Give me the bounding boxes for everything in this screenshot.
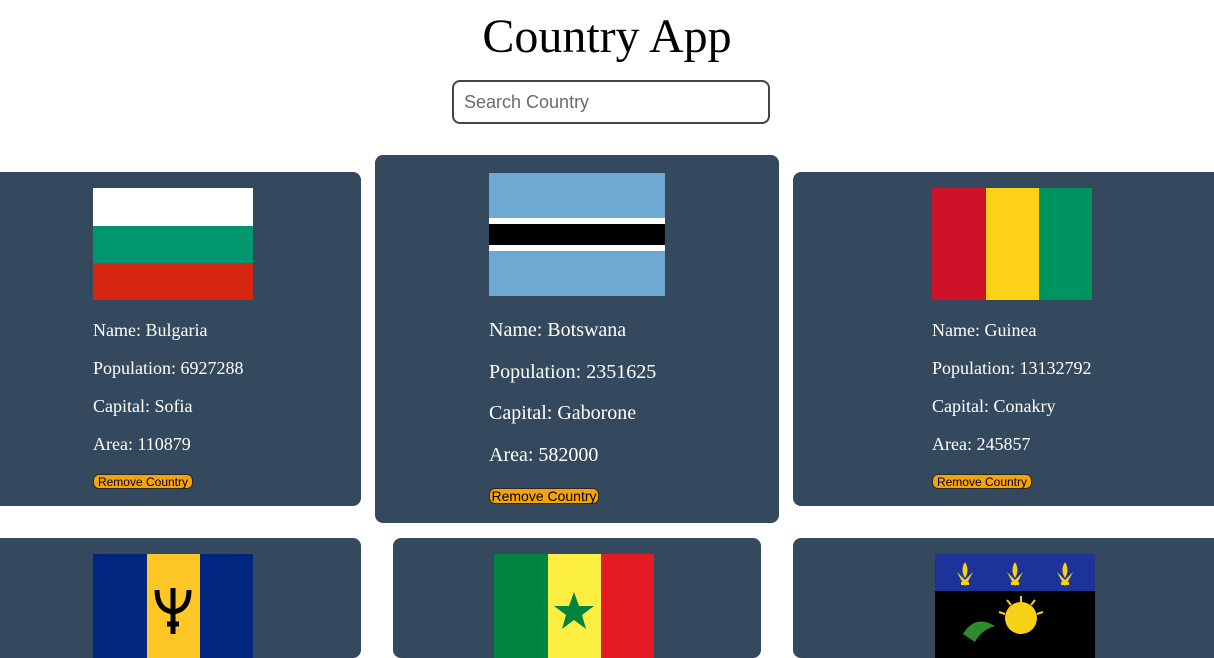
senegal-flag-icon xyxy=(494,554,654,658)
country-card-bulgaria: Name: Bulgaria Population: 6927288 Capit… xyxy=(0,172,361,506)
country-card-senegal xyxy=(393,538,761,658)
remove-country-button[interactable]: Remove Country xyxy=(489,488,599,504)
country-population: Population: 6927288 xyxy=(93,358,244,378)
country-name: Name: Guinea xyxy=(932,320,1037,340)
star-icon xyxy=(554,592,594,629)
country-area: Area: 110879 xyxy=(93,434,191,454)
page-title: Country App xyxy=(482,10,732,63)
bulgaria-flag-icon xyxy=(93,188,253,300)
country-card-guadeloupe xyxy=(793,538,1214,658)
country-capital: Capital: Gaborone xyxy=(489,402,637,424)
barbados-flag-icon xyxy=(93,554,253,658)
remove-country-button[interactable]: Remove Country xyxy=(93,474,193,489)
country-capital: Capital: Conakry xyxy=(932,396,1056,416)
remove-country-button[interactable]: Remove Country xyxy=(932,474,1032,489)
country-card-botswana: Name: Botswana Population: 2351625 Capit… xyxy=(375,155,779,523)
sun-icon xyxy=(963,596,1044,642)
country-card-guinea: Name: Guinea Population: 13132792 Capita… xyxy=(793,172,1214,506)
country-name: Name: Bulgaria xyxy=(93,320,208,340)
country-card-barbados xyxy=(0,538,361,658)
botswana-flag-icon xyxy=(489,173,665,296)
guinea-flag-icon xyxy=(932,188,1092,300)
guadeloupe-flag-icon xyxy=(935,554,1095,658)
search-input[interactable] xyxy=(452,80,770,124)
country-population: Population: 2351625 xyxy=(489,361,657,383)
trident-icon xyxy=(154,588,192,634)
country-name: Name: Botswana xyxy=(489,319,627,341)
country-area: Area: 245857 xyxy=(932,434,1031,454)
country-population: Population: 13132792 xyxy=(932,358,1092,378)
country-area: Area: 582000 xyxy=(489,444,599,466)
country-capital: Capital: Sofia xyxy=(93,396,193,416)
